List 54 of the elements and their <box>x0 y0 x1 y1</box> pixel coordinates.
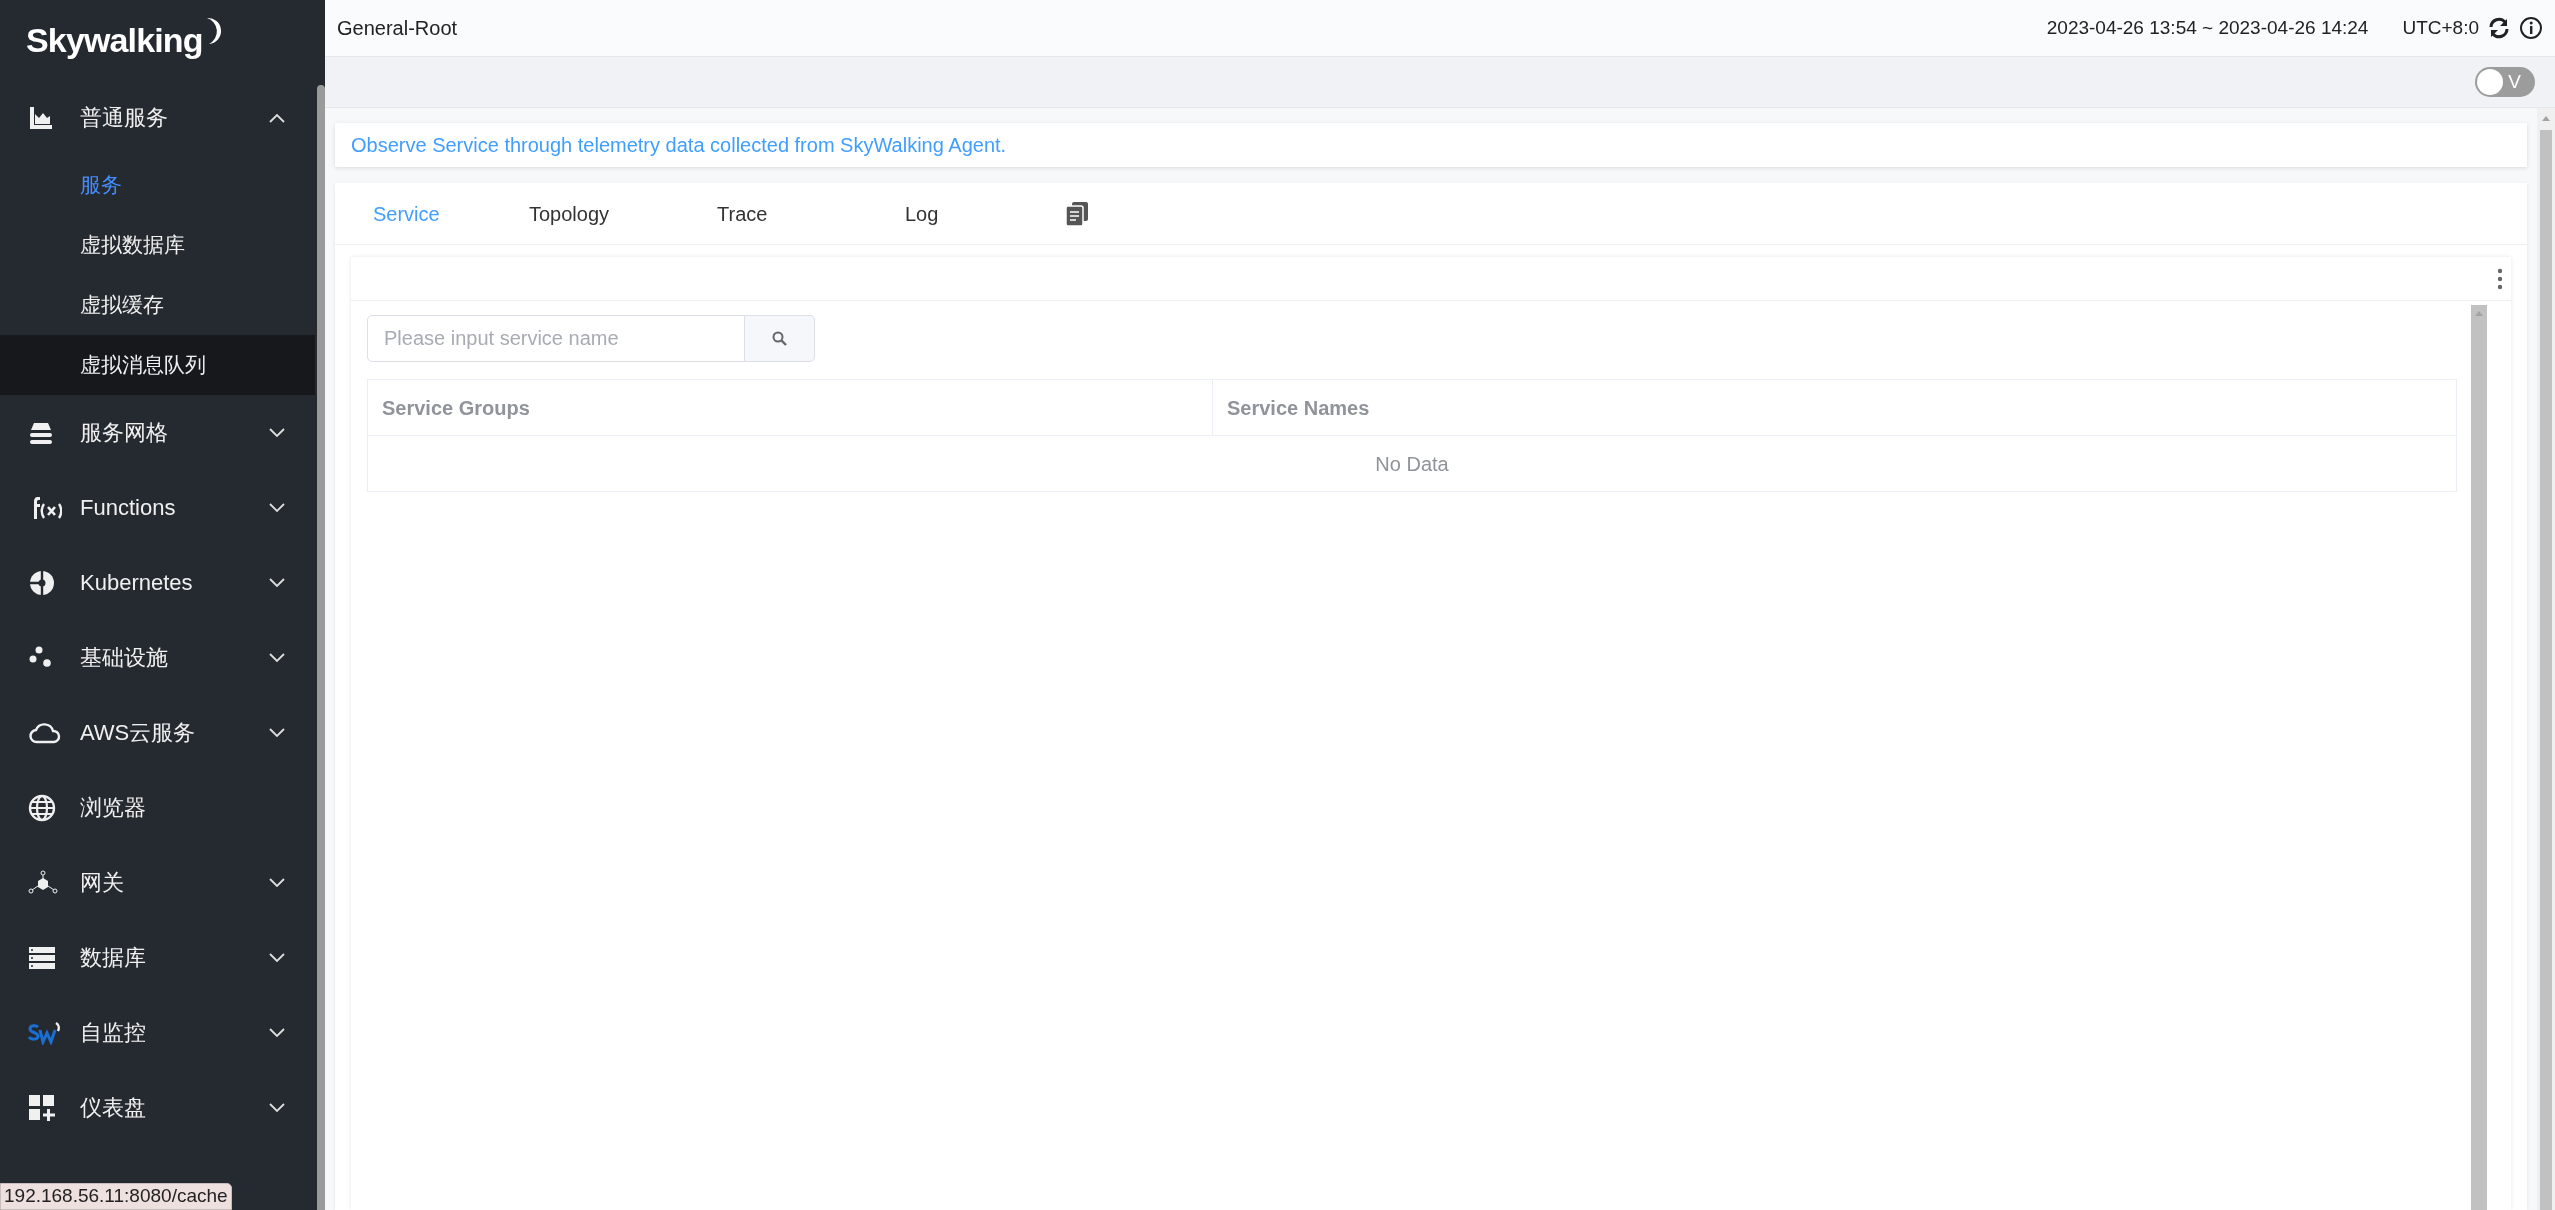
info-icon[interactable] <box>2519 16 2543 40</box>
cloud-icon <box>28 720 62 745</box>
menu-item[interactable]: 普通服务 <box>0 80 315 155</box>
chevron-down-icon <box>269 877 285 888</box>
tab[interactable]: Topology <box>529 198 717 229</box>
more-icon[interactable] <box>2497 267 2503 290</box>
chevron-down-icon <box>269 727 285 738</box>
page-title: General-Root <box>337 16 458 41</box>
menu-item[interactable]: 网关 <box>0 845 315 920</box>
time-range[interactable]: 2023-04-26 13:54 ~ 2023-04-26 14:24 <box>2046 13 2369 43</box>
document-copy-icon[interactable] <box>1065 200 1089 227</box>
scroll-up-icon[interactable] <box>2474 309 2484 317</box>
scrollbar[interactable] <box>2471 305 2487 1210</box>
refresh-icon[interactable] <box>2487 16 2511 40</box>
menu-item[interactable]: 仪表盘 <box>0 1070 315 1145</box>
menu-item[interactable]: Kubernetes <box>0 545 315 620</box>
menu-item[interactable]: 基础设施 <box>0 620 315 695</box>
menu-item[interactable]: 浏览器 <box>0 770 315 845</box>
menu-item[interactable]: 服务网格 <box>0 395 315 470</box>
description-text: Observe Service through telemetry data collected from SkyWalking Agent. <box>351 133 1007 158</box>
menu-item[interactable]: Functions <box>0 470 315 545</box>
tab[interactable]: Log <box>905 198 1093 229</box>
chevron-down-icon <box>269 502 285 513</box>
timezone[interactable]: UTC+8:0 <box>2402 13 2479 43</box>
search-icon <box>771 330 788 347</box>
column-header: Service Groups <box>368 380 1213 435</box>
dashboard-add-icon <box>28 1093 56 1122</box>
chevron-down-icon <box>269 1102 285 1113</box>
area-chart-icon <box>28 104 54 131</box>
search-button[interactable] <box>745 315 815 362</box>
tab[interactable]: Trace <box>717 198 905 229</box>
chevron-up-icon <box>269 112 285 123</box>
scroll-up-icon[interactable] <box>2541 114 2551 122</box>
empty-message: No Data <box>1375 451 1449 477</box>
status-url: 192.168.56.11:8080/cache <box>0 1183 232 1210</box>
search-field[interactable]: Please input service name <box>367 315 745 362</box>
chevron-down-icon <box>269 952 285 963</box>
submenu-item[interactable]: 虚拟消息队列 <box>0 335 315 395</box>
menu-item[interactable]: AWS云服务 <box>0 695 315 770</box>
chevron-down-icon <box>269 652 285 663</box>
network-icon <box>28 869 58 896</box>
column-header: Service Names <box>1226 395 1371 421</box>
logo[interactable]: Skywalking <box>26 14 203 66</box>
database-icon <box>28 945 56 970</box>
chevron-down-icon <box>269 427 285 438</box>
chevron-down-icon <box>269 577 285 588</box>
menu-item[interactable]: 数据库 <box>0 920 315 995</box>
chevron-down-icon <box>269 1027 285 1038</box>
sw-icon <box>28 1020 62 1045</box>
globe-icon <box>28 793 56 822</box>
scrollbar[interactable] <box>317 85 325 1210</box>
pie-chart-icon <box>28 568 56 597</box>
menu-item[interactable]: 自监控 <box>0 995 315 1070</box>
scrollbar[interactable] <box>2537 108 2555 1210</box>
